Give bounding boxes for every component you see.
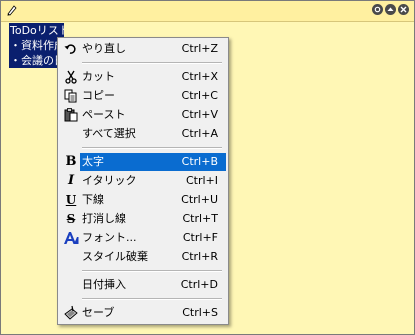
menu-item-shortcut: Ctrl+D xyxy=(180,278,218,291)
menu-item-shortcut: Ctrl+R xyxy=(181,250,218,263)
menu-item-bold[interactable]: B 太字 Ctrl+B xyxy=(60,153,226,171)
menu-separator xyxy=(82,298,222,300)
menu-item-undo[interactable]: やり直し Ctrl+Z xyxy=(60,40,226,58)
menu-item-shortcut: Ctrl+T xyxy=(182,212,218,225)
menu-item-copy[interactable]: コピー Ctrl+C xyxy=(60,87,226,105)
settings-icon[interactable] xyxy=(372,4,383,15)
save-icon xyxy=(63,305,79,321)
menu-item-cut[interactable]: カット Ctrl+X xyxy=(60,68,226,86)
menu-item-label: すべて選択 xyxy=(82,127,136,140)
scissors-icon xyxy=(63,69,79,85)
menu-item-label: 太字 xyxy=(82,155,104,168)
menu-item-paste[interactable]: ペースト Ctrl+V xyxy=(60,106,226,124)
menu-item-shortcut: Ctrl+A xyxy=(181,127,218,140)
menu-item-label: 打消し線 xyxy=(82,212,126,225)
menu-item-select-all[interactable]: すべて選択 Ctrl+A xyxy=(60,125,226,143)
menu-item-insert-date[interactable]: 日付挿入 Ctrl+D xyxy=(60,276,226,294)
underline-icon: U xyxy=(65,193,77,207)
menu-item-clear-style[interactable]: スタイル破棄 Ctrl+R xyxy=(60,248,226,266)
menu-separator xyxy=(82,147,222,149)
note-line: ・会議の日 xyxy=(9,53,64,68)
context-menu: やり直し Ctrl+Z カット Ctrl+X コピー Ctrl+C ペースト C… xyxy=(57,37,229,325)
menu-item-shortcut: Ctrl+V xyxy=(181,108,218,121)
menu-item-shortcut: Ctrl+S xyxy=(182,306,218,319)
menu-item-shortcut: Ctrl+F xyxy=(182,231,218,244)
copy-icon xyxy=(63,88,79,104)
menu-item-label: コピー xyxy=(82,89,115,102)
menu-item-underline[interactable]: U 下線 Ctrl+U xyxy=(60,191,226,209)
menu-item-font[interactable]: フォント... Ctrl+F xyxy=(60,229,226,247)
menu-item-label: カット xyxy=(82,70,115,83)
font-icon xyxy=(63,230,79,246)
menu-separator xyxy=(82,270,222,272)
note-line: ToDoリスト xyxy=(9,23,64,38)
menu-item-label: イタリック xyxy=(82,174,137,187)
menu-item-shortcut: Ctrl+B xyxy=(181,155,218,168)
menu-item-shortcut: Ctrl+I xyxy=(185,174,218,187)
menu-separator xyxy=(82,62,222,64)
collapse-icon[interactable] xyxy=(385,4,396,15)
paste-icon xyxy=(63,107,79,123)
menu-item-shortcut: Ctrl+Z xyxy=(181,42,218,55)
close-icon[interactable] xyxy=(398,4,409,15)
menu-item-label: 日付挿入 xyxy=(82,278,126,291)
note-line: ・資料作成 xyxy=(9,38,64,53)
menu-item-shortcut: Ctrl+U xyxy=(181,193,218,206)
menu-item-italic[interactable]: I イタリック Ctrl+I xyxy=(60,172,226,190)
menu-item-shortcut: Ctrl+C xyxy=(181,89,218,102)
menu-item-label: スタイル破棄 xyxy=(82,250,148,263)
menu-item-save[interactable]: セーブ Ctrl+S xyxy=(60,304,226,322)
menu-item-label: 下線 xyxy=(82,193,104,206)
italic-icon: I xyxy=(67,173,75,188)
title-bar[interactable] xyxy=(1,1,414,22)
menu-item-label: やり直し xyxy=(82,42,126,55)
menu-item-label: ペースト xyxy=(82,108,126,121)
undo-icon xyxy=(63,41,79,57)
menu-item-strikethrough[interactable]: S 打消し線 Ctrl+T xyxy=(60,210,226,228)
menu-item-label: フォント... xyxy=(82,231,137,244)
strikethrough-icon: S xyxy=(66,212,76,226)
bold-icon: B xyxy=(65,154,77,169)
note-text[interactable]: ToDoリスト ・資料作成 ・会議の日 xyxy=(9,23,64,68)
menu-item-label: セーブ xyxy=(82,306,115,319)
menu-item-shortcut: Ctrl+X xyxy=(181,70,218,83)
pencil-icon xyxy=(7,5,17,16)
